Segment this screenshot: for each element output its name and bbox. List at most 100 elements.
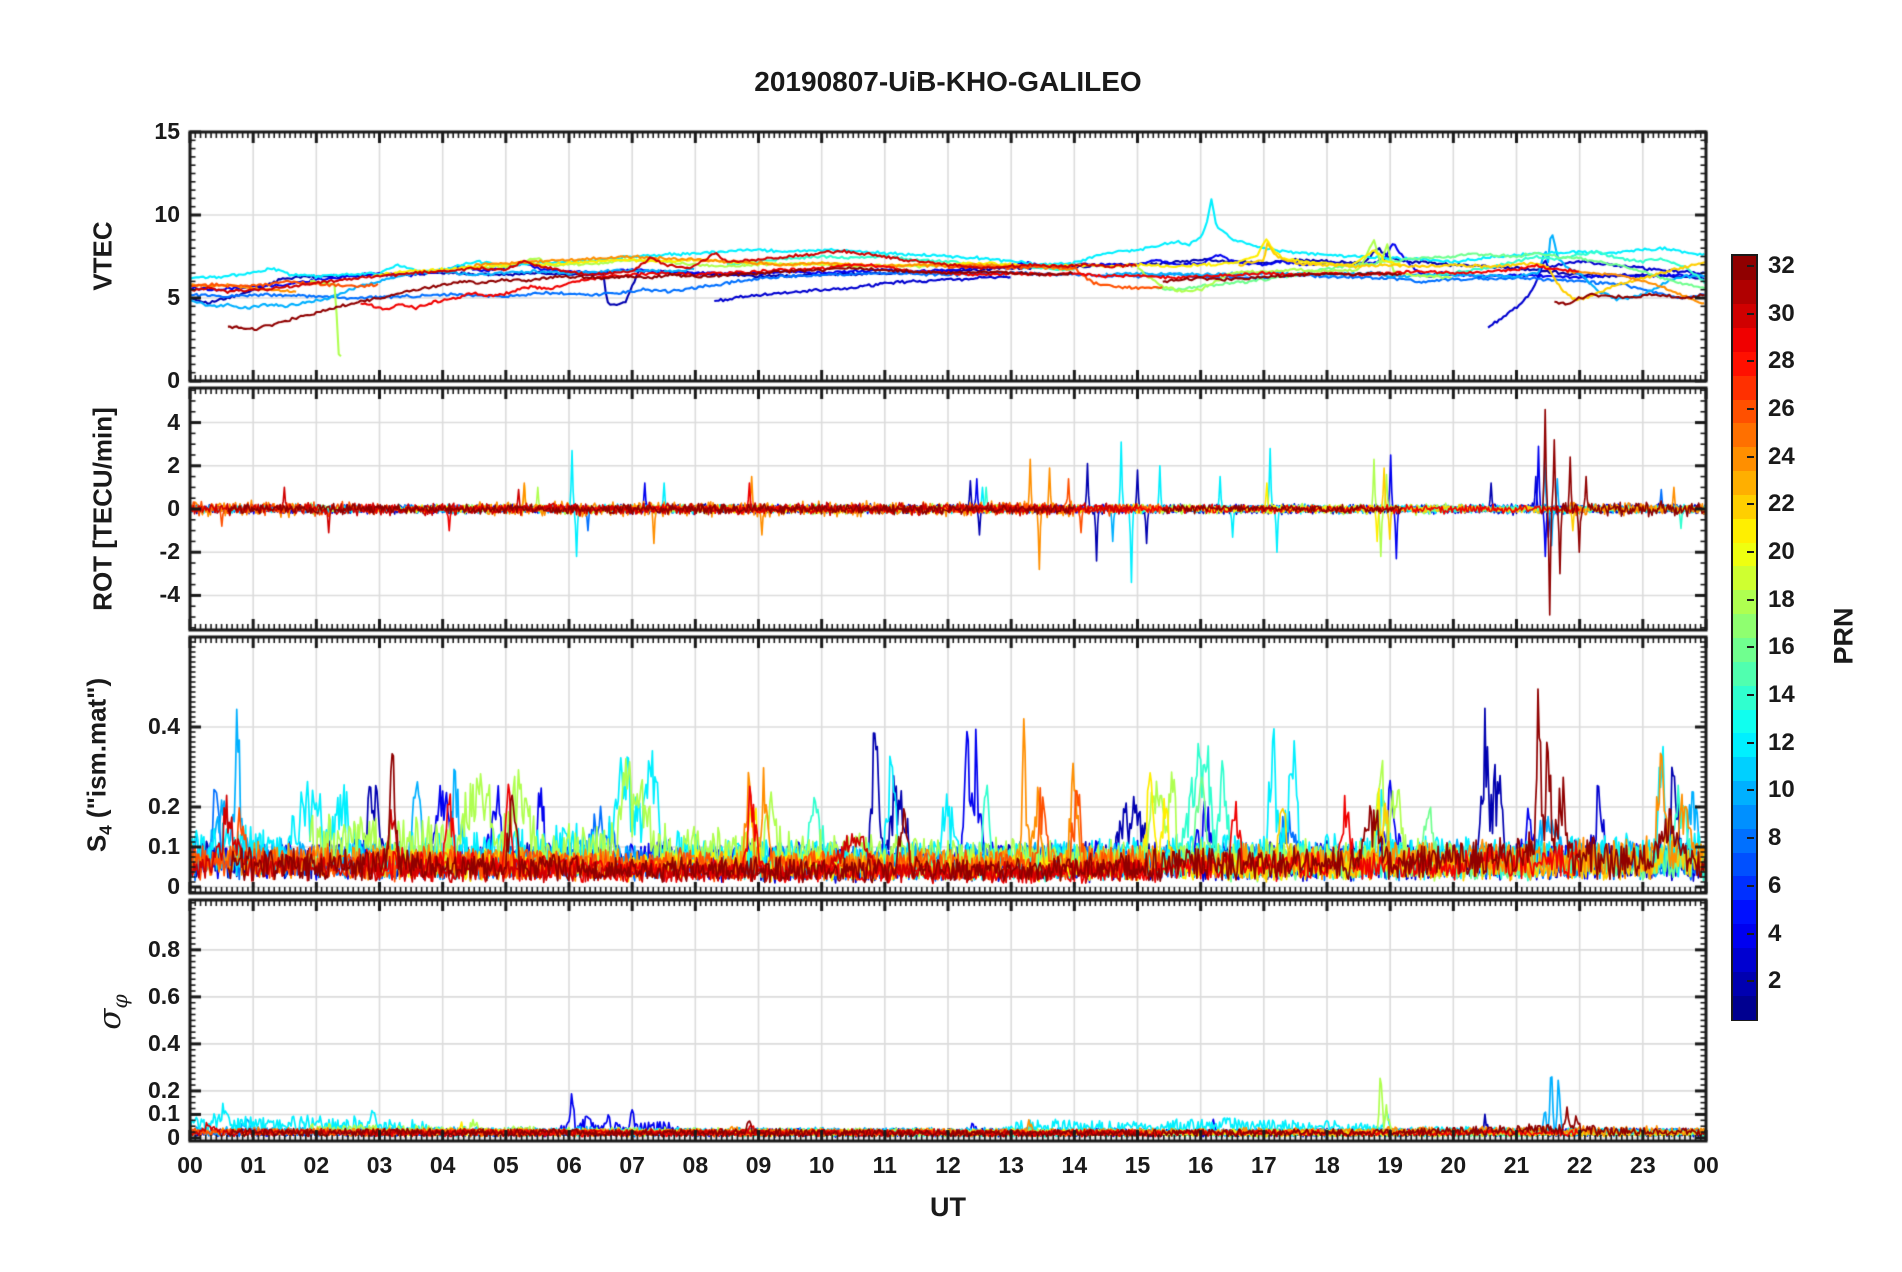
colorbar-segment [1733, 780, 1756, 805]
colorbar-segment [1733, 279, 1756, 305]
x-tick-label: 05 [493, 1152, 519, 1178]
colorbar-segment [1733, 303, 1756, 329]
x-tick-label: 15 [1124, 1152, 1151, 1178]
colorbar-segment [1733, 923, 1756, 948]
colorbar-tick [1747, 598, 1754, 601]
colorbar-tick [1747, 741, 1754, 744]
colorbar-tick-label: 18 [1768, 585, 1795, 613]
colorbar-tick [1747, 264, 1754, 267]
y-tick-label: 0 [167, 1123, 180, 1150]
y-tick-label: 0.1 [148, 833, 180, 859]
x-tick-label: 23 [1630, 1152, 1656, 1178]
x-tick-label: 03 [366, 1152, 393, 1178]
ylabel-vtec: VTEC [87, 221, 118, 291]
colorbar-segment [1733, 613, 1756, 638]
x-tick-label: 17 [1251, 1152, 1277, 1178]
colorbar-tick [1747, 360, 1754, 363]
x-tick-label: 02 [303, 1152, 330, 1178]
colorbar-segment [1733, 709, 1756, 734]
colorbar-tick [1747, 407, 1754, 410]
x-tick-label: 21 [1503, 1152, 1530, 1178]
colorbar-segment [1733, 518, 1756, 543]
colorbar-segment [1733, 828, 1756, 853]
colorbar-segment [1733, 661, 1756, 686]
colorbar-tick-label: 20 [1768, 538, 1795, 566]
colorbar-tick [1747, 312, 1754, 315]
plot-canvas [0, 0, 1902, 1272]
x-tick-label: 12 [935, 1152, 961, 1178]
colorbar-tick-label: 2 [1768, 967, 1782, 995]
x-tick-label: 18 [1314, 1152, 1340, 1178]
x-tick-label: 11 [872, 1152, 897, 1178]
colorbar-segment [1733, 470, 1756, 495]
y-tick-label: 10 [154, 201, 180, 227]
x-tick-label: 13 [998, 1152, 1024, 1178]
colorbar-tick-label: 6 [1768, 871, 1782, 899]
y-tick-label: 0.4 [148, 713, 180, 739]
colorbar-tick-label: 10 [1768, 776, 1795, 804]
colorbar-tick [1747, 789, 1754, 792]
x-tick-label: 16 [1187, 1152, 1214, 1178]
y-tick-label: 15 [154, 118, 180, 144]
colorbar-segment [1733, 565, 1756, 591]
colorbar-tick-label: 8 [1768, 824, 1782, 852]
y-tick-label: -4 [159, 581, 180, 608]
colorbar-segment [1733, 446, 1756, 472]
colorbar-tick [1747, 455, 1754, 458]
y-tick-label: 0.1 [148, 1100, 180, 1127]
colorbar-segment [1733, 422, 1756, 448]
x-tick-label: 00 [1693, 1152, 1719, 1178]
x-tick-label: 10 [808, 1152, 835, 1178]
colorbar-segment [1733, 971, 1756, 996]
y-tick-label: 2 [167, 451, 180, 478]
y-tick-label: 0.8 [148, 935, 180, 962]
y-tick-label: 0 [167, 367, 180, 393]
x-tick-label: 04 [429, 1152, 456, 1178]
colorbar-tick [1747, 646, 1754, 649]
chart-title: 20190807-UiB-KHO-GALILEO [754, 66, 1142, 97]
x-tick-label: 14 [1061, 1152, 1088, 1178]
colorbar-tick [1747, 980, 1754, 983]
colorbar-segment [1733, 637, 1756, 662]
x-tick-label: 20 [1440, 1152, 1467, 1178]
figure: 20190807-UiB-KHO-GALILEO VTEC ROT [TECU/… [0, 0, 1902, 1272]
colorbar-tick [1747, 932, 1754, 935]
colorbar-segment [1733, 542, 1756, 567]
colorbar-tick [1747, 837, 1754, 840]
x-tick-label: 07 [619, 1152, 645, 1178]
colorbar-segment [1733, 875, 1756, 901]
colorbar-segment [1733, 804, 1756, 829]
x-tick-label: 08 [682, 1152, 709, 1178]
y-tick-label: -2 [159, 538, 180, 565]
colorbar-tick-label: 24 [1768, 442, 1795, 470]
colorbar-segment [1733, 685, 1756, 710]
colorbar [1731, 254, 1758, 1021]
y-tick-label: 0 [167, 495, 180, 521]
colorbar-tick-label: 16 [1768, 633, 1795, 661]
colorbar-segment [1733, 947, 1756, 972]
colorbar-tick-label: 4 [1768, 919, 1782, 947]
colorbar-tick-label: 28 [1768, 347, 1795, 375]
colorbar-segment [1733, 375, 1756, 400]
x-tick-label: 06 [556, 1152, 582, 1178]
colorbar-tick [1747, 694, 1754, 697]
colorbar-tick [1747, 503, 1754, 506]
colorbar-tick [1747, 551, 1754, 554]
x-tick-label: 00 [177, 1152, 203, 1178]
colorbar-segment [1733, 852, 1756, 877]
colorbar-label: PRN [1828, 607, 1859, 665]
colorbar-tick-label: 30 [1768, 299, 1795, 327]
colorbar-segment [1733, 756, 1756, 782]
colorbar-segment [1733, 351, 1756, 376]
y-tick-label: 0.4 [148, 1029, 180, 1056]
y-tick-label: 0.2 [148, 793, 180, 819]
colorbar-segment [1733, 589, 1756, 615]
colorbar-segment [1733, 327, 1756, 352]
y-tick-label: 0.2 [148, 1076, 180, 1103]
y-tick-label: 0 [167, 873, 180, 899]
colorbar-tick-label: 14 [1768, 681, 1795, 709]
x-tick-label: 09 [745, 1152, 772, 1178]
y-tick-label: 4 [167, 408, 180, 435]
colorbar-segment [1733, 399, 1756, 424]
y-tick-label: 5 [167, 284, 180, 310]
